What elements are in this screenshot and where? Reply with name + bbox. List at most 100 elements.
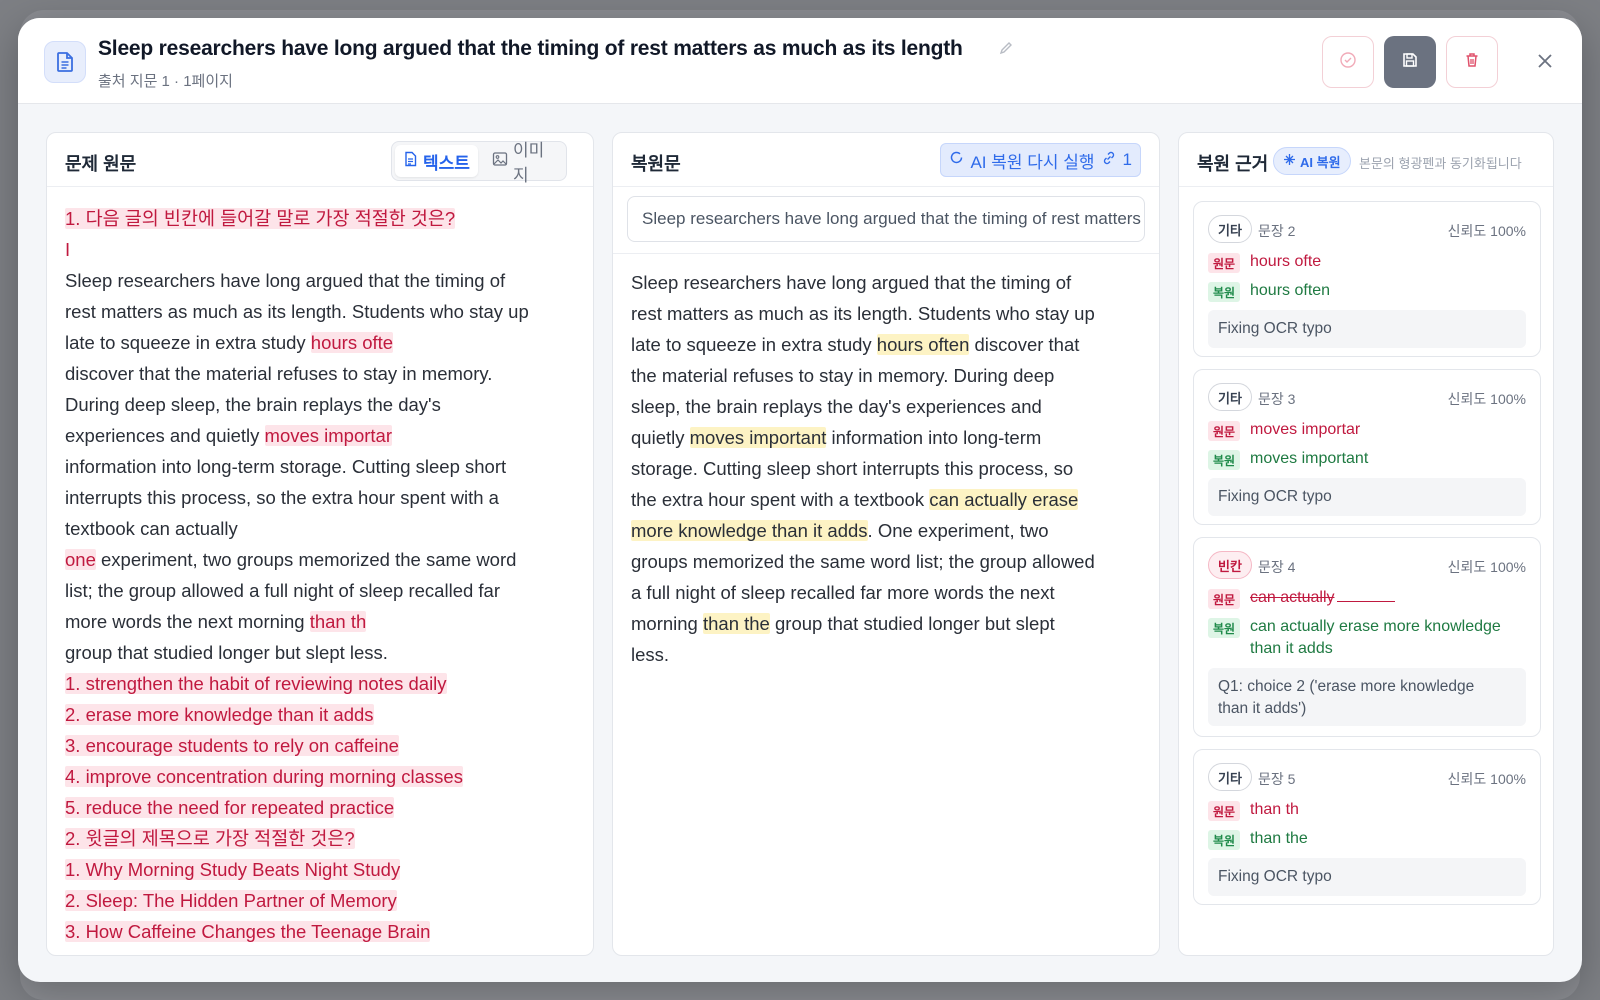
text-span: discover that the material refuses to st… <box>65 363 493 384</box>
restored-line: a full night of sleep recalled far more … <box>631 577 1143 608</box>
text-span: interrupts this process, so the extra ho… <box>65 487 499 508</box>
text-span: less. <box>631 644 670 665</box>
text-span: Sleep researchers have long argued that … <box>631 272 1072 293</box>
highlighted-span: than th <box>309 611 367 632</box>
reason-note: Fixing OCR typo <box>1208 310 1526 348</box>
source-text[interactable]: 1. 다음 글의 빈칸에 들어갈 말로 가장 적절한 것은? I Sleep res… <box>65 203 577 955</box>
tab-image[interactable]: 이미지 <box>484 141 566 185</box>
category-tag: 기타 <box>1208 383 1252 411</box>
original-label: 원문 <box>1208 589 1241 609</box>
restored-text: hours often <box>1250 282 1331 299</box>
source-line: group that studied longer but slept less… <box>65 637 577 668</box>
text-span: the material refuses to stay in memory. … <box>631 365 1055 386</box>
text-span: discover that <box>969 334 1080 355</box>
confidence: 신뢰도 100% <box>1447 559 1526 575</box>
restored-text: than the <box>1250 830 1308 847</box>
confidence: 신뢰도 100% <box>1447 223 1526 239</box>
ai-rerun-button[interactable]: AI 복원 다시 실행 1 <box>940 143 1141 177</box>
refresh-icon <box>949 150 964 170</box>
source-line: 2. 윗글의 제목으로 가장 적절한 것은? <box>65 823 577 854</box>
source-line: I <box>65 234 577 265</box>
restored-line: late to squeeze in extra study hours oft… <box>631 329 1143 360</box>
restored-line: more knowledge than it adds. One experim… <box>631 515 1143 546</box>
text-span: group that studied longer but slept <box>769 613 1055 634</box>
confirm-button[interactable] <box>1322 36 1374 88</box>
highlighted-span: 1. 다음 글의 빈칸에 들어갈 말로 가장 적절한 것은? <box>65 208 456 229</box>
highlighted-span: 4. improve concentration during morning … <box>65 766 463 787</box>
source-line: information into long-term storage. Cutt… <box>65 451 577 482</box>
text-document-icon <box>403 151 418 172</box>
ai-restore-badge: AI 복원 <box>1273 147 1351 175</box>
highlighted-span: 5. reduce the need for repeated practice <box>65 797 395 818</box>
restored-label: 복원 <box>1208 450 1241 470</box>
text-span: rest matters as much as its length. Stud… <box>631 303 1095 324</box>
highlighted-span: 1. strengthen the habit of reviewing not… <box>65 673 447 694</box>
restored-panel: 복원문 AI 복원 다시 실행 1 Sleep researchers have… <box>612 132 1160 956</box>
source-line: 4. improve concentration during morning … <box>65 761 577 792</box>
text-span: list; the group allowed a full night of … <box>65 580 501 601</box>
close-button[interactable] <box>1530 48 1560 78</box>
original-text: than th <box>1250 801 1299 818</box>
restored-line: Sleep researchers have long argued that … <box>631 267 1143 298</box>
source-line: 3. encourage students to rely on caffein… <box>65 730 577 761</box>
text-span: morning <box>631 613 703 634</box>
edit-pencil-icon[interactable] <box>998 40 1014 61</box>
delete-button[interactable] <box>1446 36 1498 88</box>
restored-text: moves important <box>1250 450 1369 467</box>
confidence: 신뢰도 100% <box>1447 771 1526 787</box>
source-panel-title: 문제 원문 <box>65 154 137 174</box>
source-line: 1. 다음 글의 빈칸에 들어갈 말로 가장 적절한 것은? <box>65 203 577 234</box>
trash-icon <box>1463 51 1481 74</box>
text-span: During deep sleep, the brain replays the… <box>65 394 441 415</box>
evidence-card[interactable]: 기타 문장 2 신뢰도 100% 원문 hours ofte 복원 hours … <box>1193 201 1541 357</box>
source-line: 1. Why Morning Study Beats Night Study <box>65 854 577 885</box>
evidence-panel: 복원 근거 AI 복원 본문의 형광펜과 동기화됩니다 기타 문장 2 신뢰도 … <box>1178 132 1554 956</box>
tab-image-label: 이미지 <box>513 141 545 185</box>
text-span: storage. Cutting sleep short interrupts … <box>631 458 1074 479</box>
source-line: 2. erase more knowledge than it adds <box>65 699 577 730</box>
highlighted-span: 3. encourage students to rely on caffein… <box>65 735 399 756</box>
link-icon <box>1101 150 1117 171</box>
tab-text[interactable]: 텍스트 <box>395 145 478 177</box>
source-line: late to squeeze in extra study hours oft… <box>65 327 577 358</box>
page-subtitle: 출처 지문 1 · 1페이지 <box>98 73 233 90</box>
restored-line: groups memorized the same word list; the… <box>631 546 1143 577</box>
highlighted-span: 2. erase more knowledge than it adds <box>65 704 374 725</box>
evidence-card[interactable]: 기타 문장 5 신뢰도 100% 원문 than th 복원 than the … <box>1193 749 1541 905</box>
tab-text-label: 텍스트 <box>423 153 470 173</box>
highlighted-span: moves importar <box>264 425 393 446</box>
restored-text[interactable]: Sleep researchers have long argued that … <box>631 267 1143 670</box>
original-text: can actually <box>1250 589 1395 607</box>
source-panel: 문제 원문 텍스트 이미지 1. 다음 글의 빈칸에 들어갈 말로 가장 적절한… <box>46 132 594 956</box>
text-span: textbook can actually <box>65 518 238 539</box>
text-span: experiment, two groups memorized the sam… <box>95 549 517 570</box>
source-line: 1. strengthen the habit of reviewing not… <box>65 668 577 699</box>
highlighted-span: more knowledge than it adds <box>631 520 868 541</box>
highlighted-span: hours often <box>876 334 970 355</box>
save-button[interactable] <box>1384 36 1436 88</box>
restored-line: morning than the group that studied long… <box>631 608 1143 639</box>
view-mode-toggle: 텍스트 이미지 <box>391 141 567 185</box>
sentence-number: 문장 5 <box>1258 771 1296 787</box>
evidence-card[interactable]: 기타 문장 3 신뢰도 100% 원문 moves importar 복원 mo… <box>1193 369 1541 525</box>
highlighted-span: 1. Why Morning Study Beats Night Study <box>65 859 401 880</box>
restored-label: 복원 <box>1208 830 1241 850</box>
text-span: the extra hour spent with a textbook <box>631 489 930 510</box>
restored-line: rest matters as much as its length. Stud… <box>631 298 1143 329</box>
text-span: information into long-term storage. Cutt… <box>65 456 507 477</box>
source-line: 5. reduce the need for repeated practice <box>65 792 577 823</box>
restored-line: storage. Cutting sleep short interrupts … <box>631 453 1143 484</box>
evidence-card[interactable]: 빈칸 문장 4 신뢰도 100% 원문 can actually 복원 can … <box>1193 537 1541 737</box>
highlighted-span: can actually erase <box>929 489 1079 510</box>
highlighted-span: 3. How Caffeine Changes the Teenage Brai… <box>65 921 431 942</box>
original-label: 원문 <box>1208 253 1241 273</box>
document-icon <box>44 41 86 83</box>
source-line: During deep sleep, the brain replays the… <box>65 389 577 420</box>
text-span: Sleep researchers have long argued that … <box>65 270 506 291</box>
image-icon <box>492 151 508 172</box>
original-text: hours ofte <box>1250 253 1322 270</box>
restored-title-input[interactable]: Sleep researchers have long argued that … <box>627 196 1145 242</box>
close-icon <box>1535 51 1555 76</box>
source-line: interrupts this process, so the extra ho… <box>65 482 577 513</box>
highlighted-span: one <box>65 549 96 570</box>
